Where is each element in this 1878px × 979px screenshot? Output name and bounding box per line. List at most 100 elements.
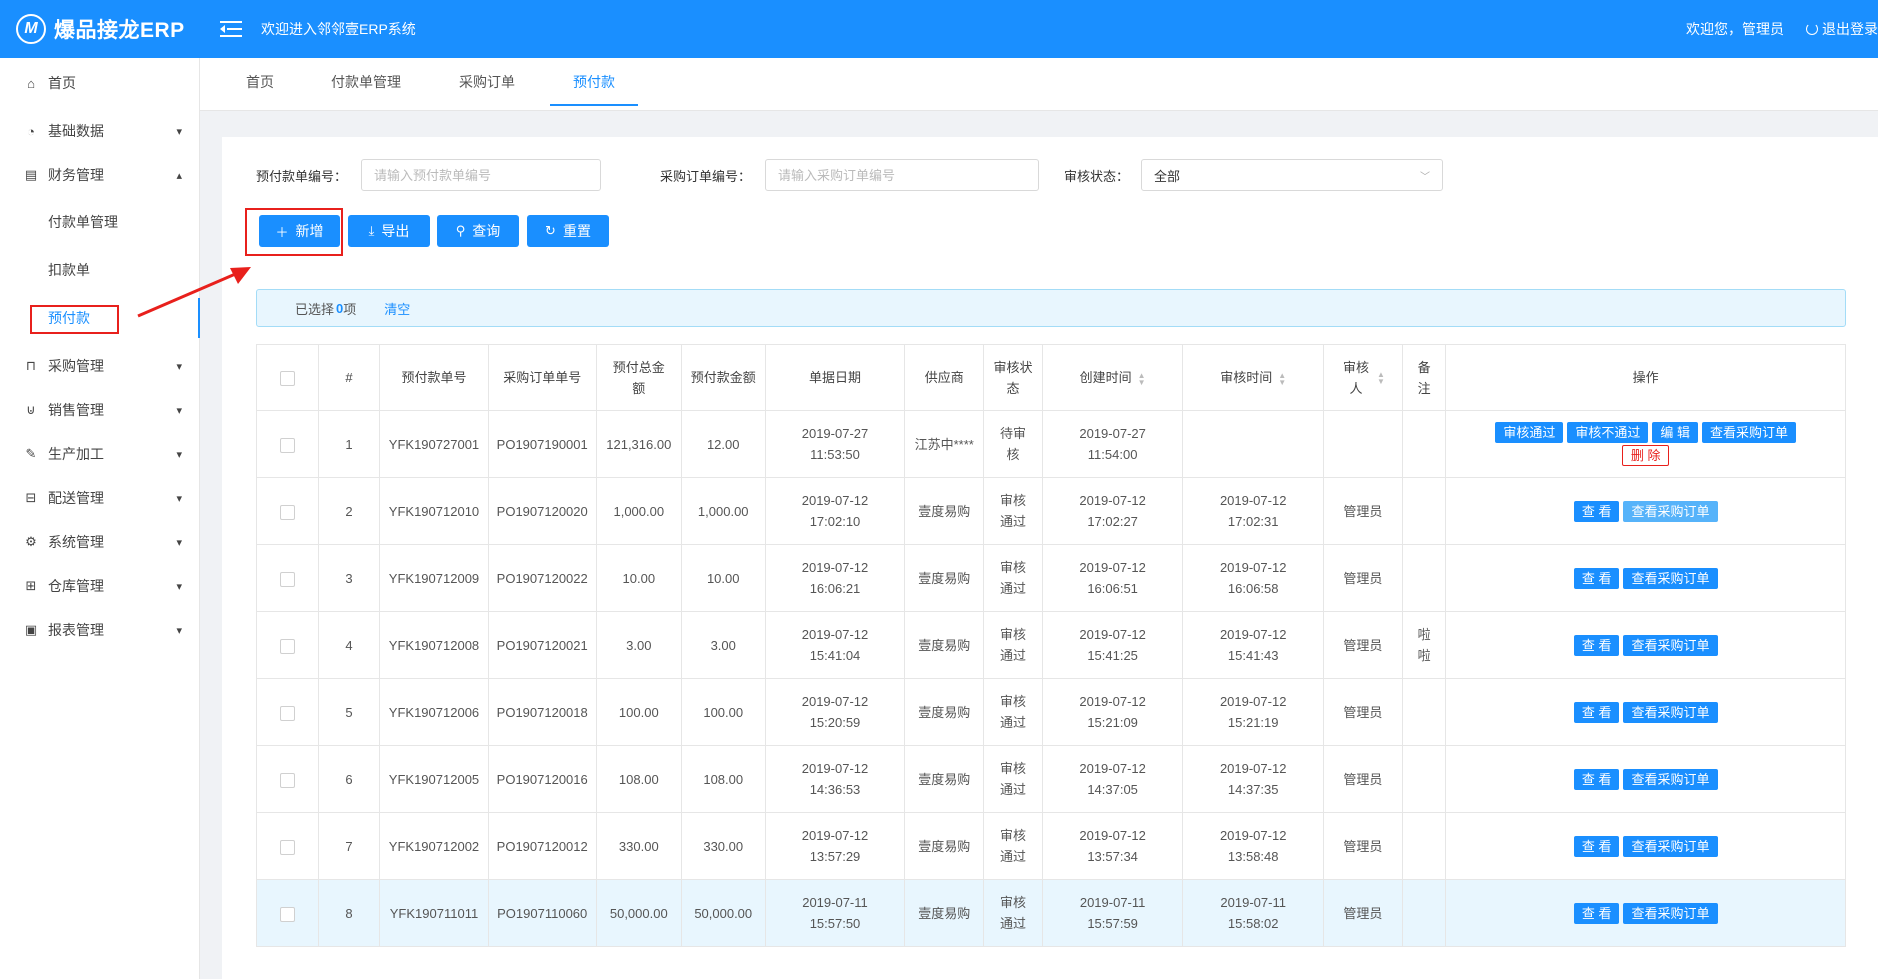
row-checkbox[interactable] (279, 839, 295, 855)
cell-amount: 108.00 (680, 745, 766, 813)
cell-status: 待审核 (983, 410, 1043, 478)
cell-date: 2019-07-12 14:36:53 (764, 745, 906, 813)
row-checkbox[interactable] (279, 705, 295, 721)
chevron-down-icon: ▾ (176, 536, 182, 549)
row-checkbox[interactable] (279, 906, 295, 922)
sort-icon[interactable]: ▲ ▼ (1138, 371, 1146, 386)
cell-supplier: 壹度易购 (904, 745, 985, 813)
view-button[interactable]: 查 看 (1573, 500, 1620, 522)
header-audited[interactable]: 审核时间 ▲ ▼ (1182, 344, 1324, 411)
sidebar-item-system[interactable]: ⚙ 系统管理 ▾ (0, 520, 200, 564)
sort-icon[interactable]: ▲ ▼ (1278, 371, 1286, 386)
cell-po-no: PO1907110060 (487, 879, 597, 947)
cell-amount: 100.00 (680, 678, 766, 746)
view-po-button[interactable]: 查看采购订单 (1623, 701, 1718, 723)
cell-audited: 2019-07-12 14:37:35 (1182, 745, 1324, 813)
view-po-button[interactable]: 查看采购订单 (1623, 835, 1718, 857)
sidebar-item-purchase[interactable]: ⊓ 采购管理 ▾ (0, 344, 200, 388)
sidebar-item-reports[interactable]: ▣ 报表管理 ▾ (0, 608, 200, 652)
cell-amount: 10.00 (680, 544, 766, 612)
view-button[interactable]: 查 看 (1573, 634, 1620, 656)
tab-home[interactable]: 首页 (240, 60, 280, 104)
report-icon: ▣ (24, 622, 38, 637)
row-select-cell (256, 477, 319, 545)
truck-icon: ⊟ (25, 490, 37, 505)
reject-button[interactable]: 审核不通过 (1567, 422, 1649, 443)
user-greeting[interactable]: 欢迎您，管理员 (1686, 19, 1784, 39)
sidebar-item-delivery[interactable]: ⊟ 配送管理 ▾ (0, 476, 200, 520)
view-button[interactable]: 查 看 (1573, 567, 1620, 589)
table-row: 7 YFK190712002 PO1907120012 330.00 330.00 201… (256, 812, 1846, 880)
cell-audited: 2019-07-12 17:02:31 (1182, 477, 1324, 545)
wrench-icon: ✎ (25, 446, 37, 461)
cell-supplier: 壹度易购 (904, 544, 985, 612)
tab-purchase-order[interactable]: 采购订单 (454, 60, 520, 104)
cell-po-no: PO1907120020 (487, 477, 597, 545)
row-checkbox[interactable] (279, 504, 295, 520)
view-button[interactable]: 查 看 (1573, 768, 1620, 790)
view-po-button[interactable]: 查看采购订单 (1623, 634, 1718, 656)
cell-supplier: 壹度易购 (904, 879, 985, 947)
header-amount: 预付款金额 (680, 344, 766, 411)
sidebar-item-label: 仓库管理 (48, 578, 104, 594)
cell-supplier: 壹度易购 (904, 678, 985, 746)
row-checkbox[interactable] (279, 437, 295, 453)
pie-chart-icon: ◔ (27, 123, 35, 139)
cell-auditor: 管理员 (1322, 544, 1403, 612)
header-created[interactable]: 创建时间 ▲ ▼ (1041, 344, 1184, 411)
logout-button[interactable]: 退出登录 (1806, 19, 1878, 39)
cell-created: 2019-07-27 11:54:00 (1041, 410, 1184, 478)
sidebar-subitem-payment[interactable]: 付款单管理 (0, 200, 200, 244)
row-checkbox[interactable] (279, 571, 295, 587)
view-po-button[interactable]: 查看采购订单 (1623, 567, 1718, 589)
reset-button[interactable]: ↻ 重置 (527, 215, 609, 247)
sidebar-item-production[interactable]: ✎ 生产加工 ▾ (0, 432, 200, 476)
header-auditor[interactable]: 审核人 ▲ ▼ (1322, 344, 1403, 411)
view-button[interactable]: 查 看 (1573, 835, 1620, 857)
query-button[interactable]: ⚲ 查询 (437, 215, 519, 247)
cell-auditor: 管理员 (1322, 879, 1403, 947)
delete-button[interactable]: 删 除 (1621, 445, 1670, 466)
tab-prepayment[interactable]: 预付款 (550, 60, 638, 106)
cell-ops: 查 看查看采购订单 (1445, 611, 1846, 679)
cell-supplier: 壹度易购 (904, 812, 985, 880)
view-po-button[interactable]: 查看采购订单 (1623, 902, 1718, 924)
edit-button[interactable]: 编 辑 (1652, 422, 1698, 443)
tab-payment-management[interactable]: 付款单管理 (326, 60, 406, 104)
tab-bar (200, 58, 1878, 111)
view-po-button[interactable]: 查看采购订单 (1623, 500, 1718, 522)
sidebar-item-sales[interactable]: ⊍ 销售管理 ▾ (0, 388, 200, 432)
cell-po-no: PO1907120021 (487, 611, 597, 679)
view-po-button[interactable]: 查看采购订单 (1623, 768, 1718, 790)
header-select-all[interactable] (256, 344, 319, 411)
row-checkbox[interactable] (279, 772, 295, 788)
top-header: M 爆品接龙ERP 欢迎进入邻邻壹ERP系统 欢迎您，管理员 退出登录 (0, 0, 1878, 58)
cell-auditor: 管理员 (1322, 678, 1403, 746)
clear-selection-link[interactable]: 清空 (384, 299, 410, 318)
cell-audited: 2019-07-12 16:06:58 (1182, 544, 1324, 612)
view-po-button[interactable]: 查看采购订单 (1702, 422, 1797, 443)
cell-auditor: 管理员 (1322, 745, 1403, 813)
sidebar-item-label: 生产加工 (48, 446, 104, 462)
sidebar-item-home[interactable]: ⌂ 首页 (0, 61, 200, 105)
status-select[interactable]: 全部 ﹀ (1141, 159, 1443, 191)
view-button[interactable]: 查 看 (1573, 701, 1620, 723)
row-checkbox[interactable] (279, 638, 295, 654)
menu-collapse-icon[interactable] (220, 21, 242, 37)
select-all-checkbox[interactable] (279, 371, 295, 387)
sort-icon[interactable]: ▲ ▼ (1377, 370, 1385, 385)
sidebar-item-finance[interactable]: ▤ 财务管理 ▴ (0, 153, 200, 197)
ledger-icon: ▤ (24, 167, 38, 182)
cell-po-no: PO1907190001 (487, 410, 597, 478)
po-no-input[interactable] (765, 159, 1039, 191)
cell-audited: 2019-07-12 15:41:43 (1182, 611, 1324, 679)
sidebar-item-warehouse[interactable]: ⊞ 仓库管理 ▾ (0, 564, 200, 608)
sidebar-item-basic-data[interactable]: ◔ 基础数据 ▾ (0, 109, 200, 153)
logo[interactable]: M 爆品接龙ERP (0, 14, 200, 44)
view-button[interactable]: 查 看 (1573, 902, 1620, 924)
approve-button[interactable]: 审核通过 (1495, 422, 1564, 443)
prepay-no-input[interactable] (361, 159, 601, 191)
header-po-no: 采购订单单号 (487, 344, 597, 411)
export-button[interactable]: ⤓ 导出 (348, 215, 430, 247)
cell-auditor (1322, 410, 1403, 478)
